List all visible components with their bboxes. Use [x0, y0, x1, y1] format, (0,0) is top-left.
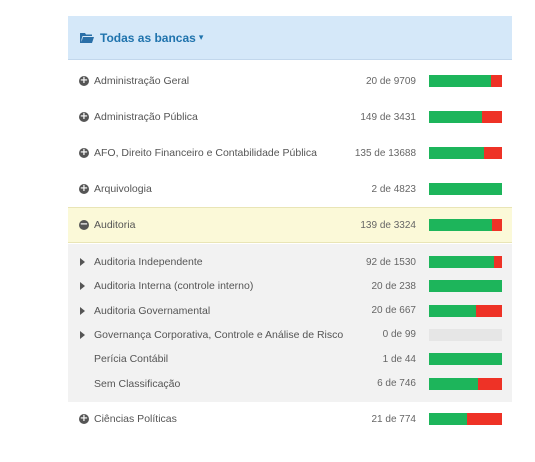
bancas-filter-title[interactable]: Todas as bancas: [100, 31, 196, 45]
question-count: 21 de 774: [371, 413, 417, 425]
chevron-down-icon[interactable]: ▾: [199, 32, 204, 43]
correct-segment: [429, 75, 492, 87]
correct-segment: [429, 413, 467, 425]
subject-label[interactable]: Sem Classificação: [94, 378, 180, 390]
minus-circle-icon[interactable]: −: [79, 220, 89, 230]
subject-label[interactable]: AFO, Direito Financeiro e Contabilidade …: [94, 147, 317, 159]
wrong-segment: [466, 413, 502, 425]
correct-segment: [429, 304, 477, 317]
correct-segment: [429, 377, 478, 390]
plus-circle-icon[interactable]: +: [79, 414, 89, 424]
plus-circle-icon[interactable]: +: [79, 76, 89, 86]
performance-bar: [429, 75, 502, 87]
wrong-segment: [491, 75, 502, 87]
caret-right-icon[interactable]: [80, 306, 85, 315]
question-count: 1 de 44: [382, 353, 416, 365]
bancas-filter-header[interactable]: Todas as bancas ▾: [68, 16, 512, 60]
folder-open-icon: [80, 32, 94, 43]
correct-segment: [429, 183, 502, 195]
question-count: 2 de 4823: [371, 183, 417, 195]
correct-segment: [429, 219, 492, 231]
subject-label[interactable]: Administração Pública: [94, 111, 198, 123]
question-count: 135 de 13688: [354, 147, 416, 159]
subject-subrow[interactable]: Perícia Contábil 1 de 44: [68, 347, 512, 371]
subject-label[interactable]: Perícia Contábil: [94, 353, 168, 365]
subject-row[interactable]: + Arquivologia 2 de 4823: [68, 171, 512, 207]
caret-right-icon[interactable]: [80, 258, 85, 266]
performance-bar: [429, 413, 502, 425]
performance-bar: [429, 183, 502, 195]
performance-bar: [429, 111, 502, 123]
disciplinas-panel: Todas as bancas ▾ + Administração Geral 20…: [68, 16, 512, 425]
performance-bar: [429, 147, 502, 159]
correct-segment: [429, 256, 494, 268]
performance-bar: [429, 328, 502, 341]
correct-segment: [429, 353, 502, 366]
wrong-segment: [493, 256, 502, 268]
wrong-segment: [477, 377, 502, 390]
question-count: 20 de 238: [371, 280, 417, 292]
caret-right-icon[interactable]: [80, 282, 85, 291]
wrong-segment: [491, 219, 502, 231]
subject-label[interactable]: Auditoria: [94, 219, 135, 231]
wrong-segment: [482, 111, 502, 123]
performance-bar: [429, 353, 502, 366]
question-count: 139 de 3324: [360, 219, 416, 231]
subject-subrow[interactable]: Sem Classificação 6 de 746: [68, 372, 512, 396]
subject-subrow[interactable]: Auditoria Governamental 20 de 667: [68, 299, 512, 323]
wrong-segment: [476, 304, 502, 317]
subject-row[interactable]: + Administração Geral 20 de 9709: [68, 63, 512, 99]
question-count: 20 de 667: [371, 305, 417, 317]
subject-label[interactable]: Arquivologia: [94, 183, 152, 195]
subject-label[interactable]: Governança Corporativa, Controle e Análi…: [94, 329, 343, 341]
question-count: 149 de 3431: [360, 111, 416, 123]
performance-bar: [429, 256, 502, 268]
wrong-segment: [483, 147, 502, 159]
subject-label[interactable]: Auditoria Governamental: [94, 305, 210, 317]
plus-circle-icon[interactable]: +: [79, 112, 89, 122]
subject-label[interactable]: Auditoria Interna (controle interno): [94, 280, 253, 292]
correct-segment: [429, 147, 484, 159]
subject-subrow[interactable]: Auditoria Independente 92 de 1530: [68, 250, 512, 274]
performance-bar: [429, 219, 502, 231]
plus-circle-icon[interactable]: +: [79, 184, 89, 194]
subject-row[interactable]: + AFO, Direito Financeiro e Contabilidade…: [68, 135, 512, 171]
subject-label[interactable]: Auditoria Independente: [94, 256, 203, 268]
question-count: 20 de 9709: [365, 75, 416, 87]
plus-circle-icon[interactable]: +: [79, 148, 89, 158]
correct-segment: [429, 280, 502, 293]
performance-bar: [429, 280, 502, 293]
subject-label[interactable]: Ciências Políticas: [94, 413, 177, 425]
subject-row[interactable]: + Ciências Políticas 21 de 774: [68, 401, 512, 437]
question-count: 92 de 1530: [365, 256, 416, 268]
subject-label[interactable]: Administração Geral: [94, 75, 189, 87]
subject-row[interactable]: − Auditoria 139 de 3324: [68, 207, 512, 243]
caret-right-icon[interactable]: [80, 330, 85, 339]
performance-bar: [429, 377, 502, 390]
subject-subrow[interactable]: Auditoria Interna (controle interno) 20 d…: [68, 274, 512, 298]
question-count: 6 de 746: [377, 378, 416, 389]
subject-row[interactable]: + Administração Pública 149 de 3431: [68, 99, 512, 135]
performance-bar: [429, 304, 502, 317]
question-count: 0 de 99: [382, 329, 416, 341]
correct-segment: [429, 111, 483, 123]
subject-subrow[interactable]: Governança Corporativa, Controle e Análi…: [68, 323, 512, 347]
